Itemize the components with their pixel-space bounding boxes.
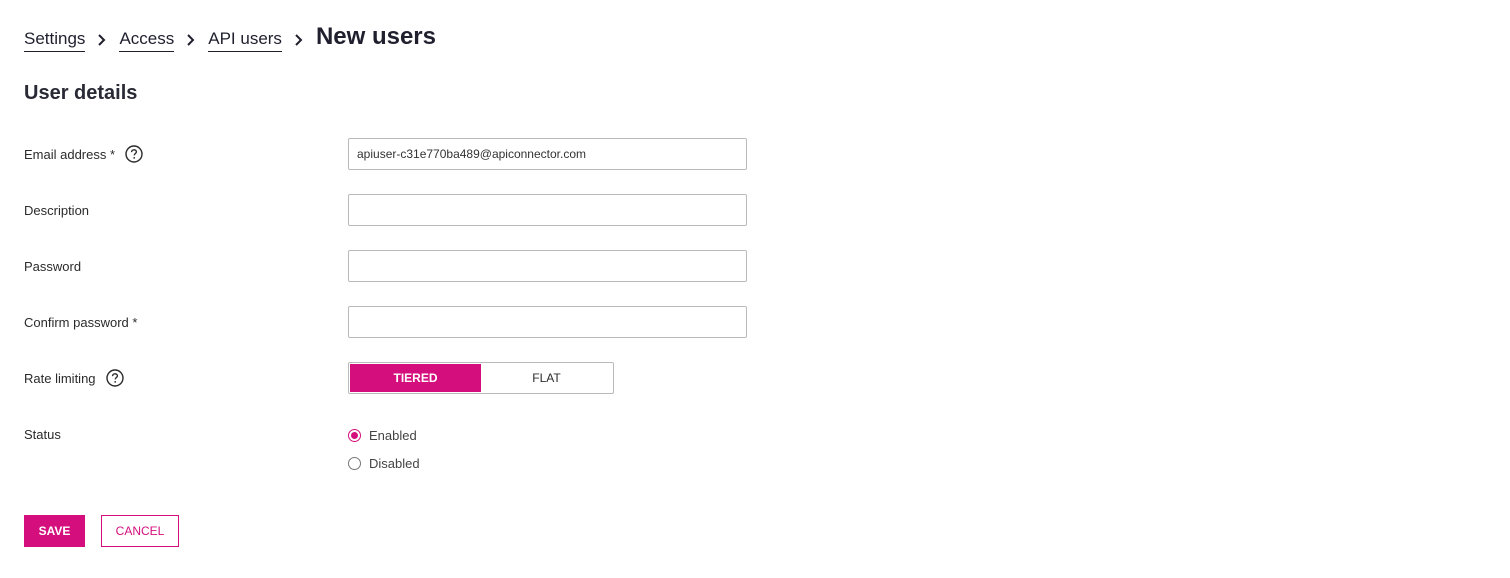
email-field[interactable]: [348, 138, 747, 170]
chevron-right-icon: [174, 30, 208, 50]
description-label: Description: [24, 202, 90, 218]
breadcrumb-api-users[interactable]: API users: [208, 29, 282, 52]
question-circle-icon[interactable]: [105, 369, 124, 387]
confirm-password-field[interactable]: [348, 306, 747, 338]
radio-checked-icon: [348, 428, 361, 442]
status-disabled-radio[interactable]: Disabled: [348, 454, 420, 472]
description-field[interactable]: [348, 194, 747, 226]
status-enabled-radio[interactable]: Enabled: [348, 426, 420, 444]
rate-limiting-label: Rate limiting: [24, 370, 96, 386]
confirm-password-label: Confirm password *: [24, 314, 138, 330]
cancel-button[interactable]: CANCEL: [101, 515, 179, 547]
page-title: New users: [315, 23, 436, 50]
password-label: Password: [24, 258, 82, 274]
rate-limiting-label-wrap: Rate limiting: [24, 362, 124, 394]
breadcrumb-access[interactable]: Access: [119, 29, 175, 52]
breadcrumb-settings[interactable]: Settings: [24, 29, 86, 52]
confirm-password-row: Confirm password *: [24, 306, 754, 338]
status-disabled-label: Disabled: [369, 455, 420, 471]
description-row: Description: [24, 194, 754, 226]
chevron-right-icon: [85, 30, 119, 50]
section-title: User details: [24, 82, 138, 104]
status-label: Status: [24, 426, 61, 442]
email-label: Email address *: [24, 146, 116, 162]
radio-unchecked-icon: [348, 456, 361, 470]
new-api-user-page: Settings Access API users New users User…: [0, 0, 1510, 578]
rate-limiting-row: Rate limiting TIERED FLAT: [24, 362, 754, 394]
save-button[interactable]: SAVE: [24, 515, 85, 547]
email-row: Email address *: [24, 138, 754, 170]
rate-limiting-flat-option[interactable]: FLAT: [481, 364, 612, 392]
rate-limiting-tiered-option[interactable]: TIERED: [350, 364, 481, 392]
password-row: Password: [24, 250, 754, 282]
password-field[interactable]: [348, 250, 747, 282]
question-circle-icon[interactable]: [125, 145, 143, 163]
rate-limiting-toggle: TIERED FLAT: [348, 362, 614, 394]
email-label-wrap: Email address *: [24, 138, 143, 170]
breadcrumb: Settings Access API users New users: [24, 23, 436, 56]
chevron-right-icon: [282, 30, 316, 50]
status-enabled-label: Enabled: [369, 427, 417, 443]
status-radio-group: Enabled Disabled: [348, 426, 420, 482]
